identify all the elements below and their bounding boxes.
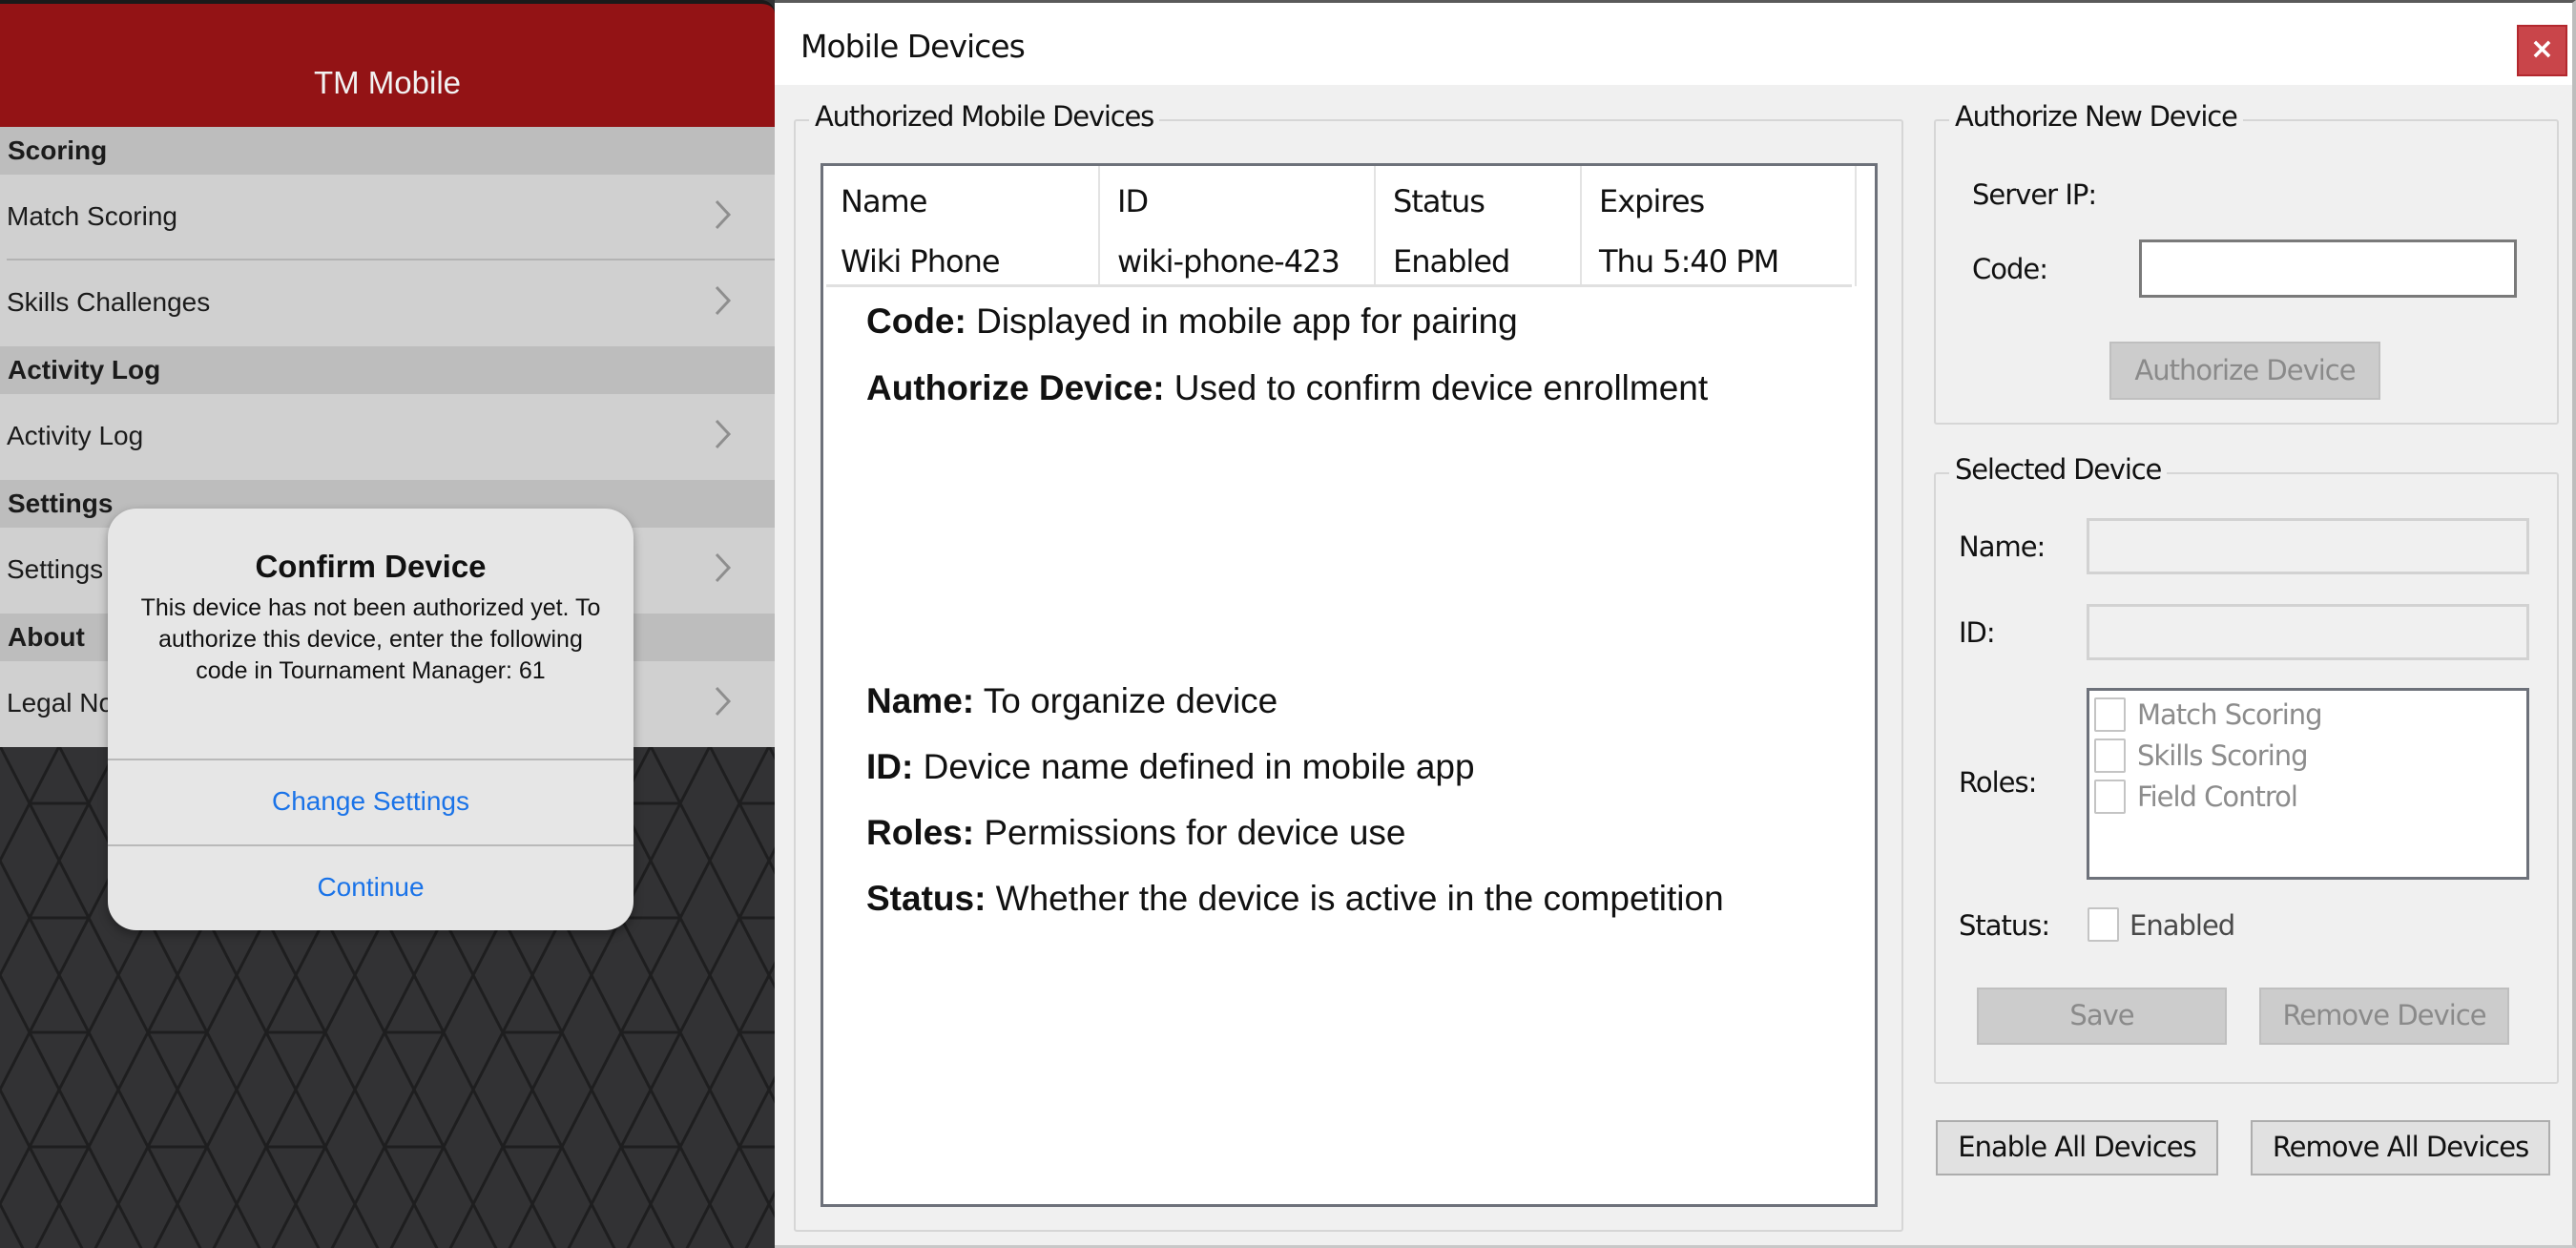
annotation-term: Roles:	[866, 813, 975, 852]
annotation-name: Name: To organize device	[866, 681, 1278, 721]
id-label: ID:	[1959, 616, 1996, 649]
chevron-right-icon	[715, 552, 732, 583]
menu-item-match-scoring[interactable]: Match Scoring	[0, 175, 775, 260]
continue-button[interactable]: Continue	[108, 844, 634, 928]
section-label: Settings	[8, 489, 114, 518]
annotation-code: Code: Displayed in mobile app for pairin…	[866, 302, 1518, 342]
server-ip-label: Server IP:	[1972, 178, 2097, 211]
column-status[interactable]: Status Enabled	[1376, 166, 1582, 286]
roles-label: Roles:	[1959, 766, 2037, 799]
alert-message: This device has not been authorized yet.…	[140, 594, 601, 684]
remove-device-button[interactable]: Remove Device	[2259, 988, 2509, 1045]
close-button[interactable]: ×	[2517, 25, 2567, 76]
status-enabled-checkbox[interactable]	[2088, 907, 2119, 942]
remove-all-devices-button[interactable]: Remove All Devices	[2251, 1120, 2550, 1175]
role-checkbox-skills-scoring[interactable]	[2094, 738, 2126, 773]
annotation-text: Permissions for device use	[974, 813, 1406, 852]
app-title: TM Mobile	[313, 65, 462, 100]
role-label: Match Scoring	[2137, 698, 2323, 731]
change-settings-button[interactable]: Change Settings	[108, 759, 634, 842]
annotation-term: Authorize Device:	[866, 368, 1165, 407]
column-header: ID	[1117, 183, 1149, 219]
section-header-activity-log: Activity Log	[0, 346, 775, 394]
chevron-right-icon	[715, 285, 732, 316]
status-enabled-label: Enabled	[2129, 909, 2235, 942]
section-label: Activity Log	[8, 355, 161, 385]
column-header: Name	[841, 183, 927, 219]
cell-status[interactable]: Enabled	[1393, 243, 1510, 280]
chevron-right-icon	[715, 419, 732, 449]
code-label: Code:	[1972, 253, 2048, 285]
name-label: Name:	[1959, 530, 2046, 563]
group-legend: Authorize New Device	[1949, 100, 2243, 133]
annotation-text: Whether the device is active in the comp…	[986, 879, 1724, 918]
section-label: Scoring	[8, 135, 108, 165]
menu-item-activity-log[interactable]: Activity Log	[0, 394, 775, 480]
role-checkbox-field-control[interactable]	[2094, 780, 2126, 814]
chevron-right-icon	[715, 199, 732, 230]
menu-item-label: Match Scoring	[7, 201, 177, 231]
annotation-roles: Roles: Permissions for device use	[866, 813, 1405, 853]
section-label: About	[8, 622, 85, 652]
roles-checklist: Match Scoring Skills Scoring Field Contr…	[2087, 688, 2529, 880]
chevron-right-icon	[715, 686, 732, 717]
group-legend: Authorized Mobile Devices	[809, 100, 1160, 133]
column-header: Status	[1393, 183, 1485, 219]
app-header: TM Mobile	[0, 0, 775, 127]
code-input[interactable]	[2139, 239, 2517, 298]
alert-title: Confirm Device	[255, 549, 487, 584]
role-label: Field Control	[2137, 780, 2298, 813]
mobile-app-screen: TM Mobile Scoring Match Scoring Skills C…	[0, 0, 775, 1248]
id-field[interactable]	[2087, 604, 2529, 660]
annotation-text: Device name defined in mobile app	[913, 747, 1475, 786]
devices-list[interactable]: Name Wiki Phone ID wiki-phone-423 Status…	[821, 163, 1878, 1207]
title-bar: Mobile Devices ×	[775, 3, 2572, 85]
column-id[interactable]: ID wiki-phone-423	[1100, 166, 1376, 286]
cell-id[interactable]: wiki-phone-423	[1117, 243, 1340, 280]
menu-item-skills-challenges[interactable]: Skills Challenges	[0, 260, 775, 346]
annotation-term: Name:	[866, 681, 975, 720]
menu-item-label: Activity Log	[7, 421, 144, 450]
annotation-authorize-device: Authorize Device: Used to confirm device…	[866, 368, 1708, 408]
mobile-devices-dialog: Mobile Devices × Authorized Mobile Devic…	[775, 0, 2576, 1248]
cell-name[interactable]: Wiki Phone	[841, 243, 1001, 280]
role-label: Skills Scoring	[2137, 739, 2309, 772]
annotation-term: Status:	[866, 879, 987, 918]
name-field[interactable]	[2087, 518, 2529, 574]
cell-expires[interactable]: Thu 5:40 PM	[1599, 243, 1779, 280]
annotation-text: Displayed in mobile app for pairing	[966, 302, 1518, 341]
close-icon: ×	[2529, 32, 2555, 66]
annotation-text: To organize device	[974, 681, 1278, 720]
annotation-text: Used to confirm device enrollment	[1164, 368, 1709, 407]
confirm-device-alert: Confirm Device This device has not been …	[108, 509, 634, 930]
annotation-id: ID: Device name defined in mobile app	[866, 747, 1475, 787]
role-checkbox-match-scoring[interactable]	[2094, 697, 2126, 732]
header-divider	[826, 284, 1852, 287]
column-expires[interactable]: Expires Thu 5:40 PM	[1582, 166, 1857, 286]
annotation-term: ID:	[866, 747, 914, 786]
status-label: Status:	[1959, 909, 2050, 942]
menu-item-label: Skills Challenges	[7, 287, 211, 317]
save-button[interactable]: Save	[1977, 988, 2227, 1045]
annotation-status: Status: Whether the device is active in …	[866, 879, 1724, 919]
annotation-term: Code:	[866, 302, 966, 341]
column-name[interactable]: Name Wiki Phone	[823, 166, 1100, 286]
menu-item-label: Settings	[7, 554, 104, 584]
enable-all-devices-button[interactable]: Enable All Devices	[1936, 1120, 2218, 1175]
column-header: Expires	[1599, 183, 1705, 219]
dialog-title: Mobile Devices	[800, 28, 1026, 65]
section-header-scoring: Scoring	[0, 127, 775, 175]
group-legend: Selected Device	[1949, 453, 2168, 486]
authorize-device-button[interactable]: Authorize Device	[2109, 342, 2380, 400]
